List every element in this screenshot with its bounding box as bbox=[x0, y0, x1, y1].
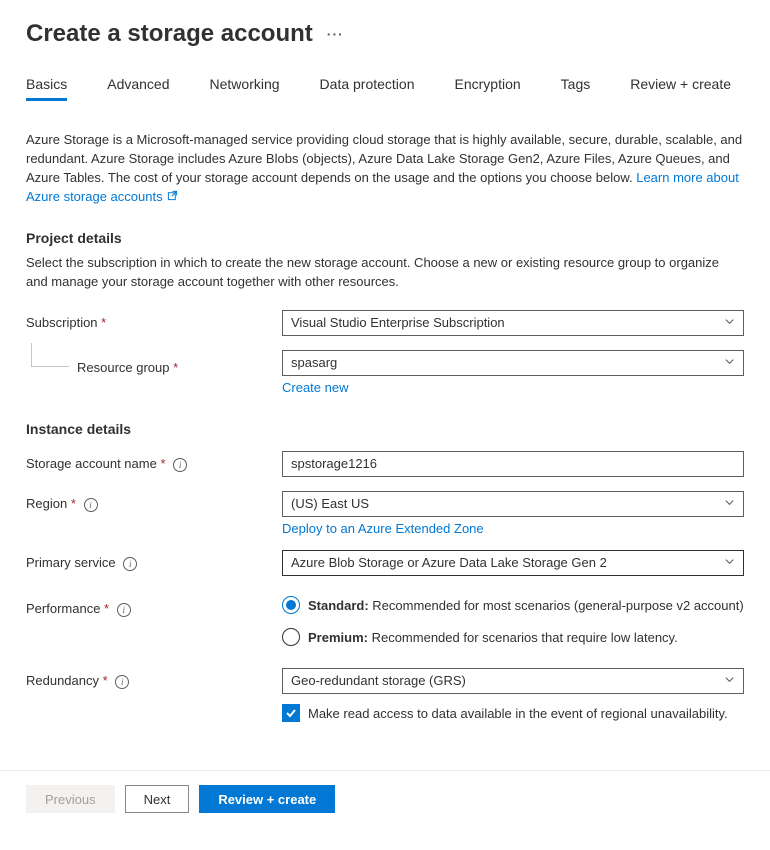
tab-review-create[interactable]: Review + create bbox=[630, 76, 731, 101]
tab-networking[interactable]: Networking bbox=[210, 76, 280, 101]
tab-encryption[interactable]: Encryption bbox=[455, 76, 521, 101]
performance-standard-label: Standard: Recommended for most scenarios… bbox=[308, 598, 744, 613]
tabs-bar: Basics Advanced Networking Data protecti… bbox=[26, 76, 744, 101]
info-icon[interactable]: i bbox=[117, 603, 131, 617]
chevron-down-icon bbox=[724, 315, 735, 331]
tab-basics[interactable]: Basics bbox=[26, 76, 67, 101]
chevron-down-icon bbox=[724, 496, 735, 512]
performance-label: Performance * i bbox=[26, 596, 282, 617]
subscription-label: Subscription * bbox=[26, 310, 282, 330]
page-title-text: Create a storage account bbox=[26, 20, 313, 48]
info-icon[interactable]: i bbox=[115, 675, 129, 689]
review-create-button[interactable]: Review + create bbox=[199, 785, 335, 813]
chevron-down-icon bbox=[724, 555, 735, 571]
project-details-heading: Project details bbox=[26, 230, 744, 246]
tab-data-protection[interactable]: Data protection bbox=[320, 76, 415, 101]
intro-text: Azure Storage is a Microsoft-managed ser… bbox=[26, 131, 744, 206]
instance-details-heading: Instance details bbox=[26, 421, 744, 437]
create-new-link[interactable]: Create new bbox=[282, 380, 744, 395]
subscription-value: Visual Studio Enterprise Subscription bbox=[291, 315, 505, 331]
external-link-icon bbox=[167, 188, 178, 207]
footer-bar: Previous Next Review + create bbox=[0, 770, 770, 827]
region-label: Region * i bbox=[26, 491, 282, 512]
read-access-label: Make read access to data available in th… bbox=[308, 706, 728, 721]
performance-premium-radio[interactable] bbox=[282, 628, 300, 646]
performance-premium-label: Premium: Recommended for scenarios that … bbox=[308, 630, 678, 645]
resource-group-select[interactable]: spasarg bbox=[282, 350, 744, 376]
redundancy-select[interactable]: Geo-redundant storage (GRS) bbox=[282, 668, 744, 694]
primary-service-select[interactable]: Azure Blob Storage or Azure Data Lake St… bbox=[282, 550, 744, 576]
intro-body: Azure Storage is a Microsoft-managed ser… bbox=[26, 132, 742, 185]
subscription-select[interactable]: Visual Studio Enterprise Subscription bbox=[282, 310, 744, 336]
info-icon[interactable]: i bbox=[84, 498, 98, 512]
resource-group-value: spasarg bbox=[291, 355, 337, 371]
chevron-down-icon bbox=[724, 673, 735, 689]
indent-bracket bbox=[31, 343, 69, 367]
page-title: Create a storage account ··· bbox=[26, 20, 744, 48]
more-actions-icon[interactable]: ··· bbox=[327, 27, 344, 41]
chevron-down-icon bbox=[724, 355, 735, 371]
tab-tags[interactable]: Tags bbox=[561, 76, 591, 101]
previous-button: Previous bbox=[26, 785, 115, 813]
next-button[interactable]: Next bbox=[125, 785, 190, 813]
project-details-desc: Select the subscription in which to crea… bbox=[26, 254, 744, 292]
info-icon[interactable]: i bbox=[173, 458, 187, 472]
resource-group-label: Resource group * bbox=[77, 355, 178, 375]
region-select[interactable]: (US) East US bbox=[282, 491, 744, 517]
storage-account-name-input[interactable]: spstorage1216 bbox=[282, 451, 744, 477]
tab-advanced[interactable]: Advanced bbox=[107, 76, 169, 101]
read-access-checkbox[interactable] bbox=[282, 704, 300, 722]
info-icon[interactable]: i bbox=[123, 557, 137, 571]
extended-zone-link[interactable]: Deploy to an Azure Extended Zone bbox=[282, 521, 744, 536]
redundancy-value: Geo-redundant storage (GRS) bbox=[291, 673, 466, 689]
storage-account-name-value: spstorage1216 bbox=[291, 456, 377, 472]
primary-service-label: Primary service i bbox=[26, 550, 282, 571]
performance-standard-radio[interactable] bbox=[282, 596, 300, 614]
region-value: (US) East US bbox=[291, 496, 369, 512]
primary-service-value: Azure Blob Storage or Azure Data Lake St… bbox=[291, 555, 607, 571]
redundancy-label: Redundancy * i bbox=[26, 668, 282, 689]
storage-account-name-label: Storage account name * i bbox=[26, 451, 282, 472]
